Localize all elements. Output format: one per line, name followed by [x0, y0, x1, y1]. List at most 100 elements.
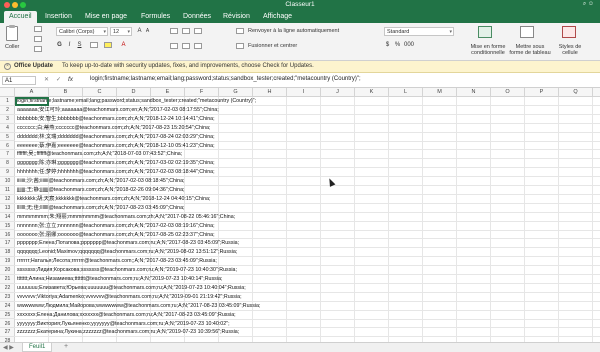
cut-icon[interactable] — [34, 26, 42, 32]
row-header[interactable]: 7 — [0, 150, 15, 160]
cell-a-value[interactable]: vvvvvvv;Viktoriya;Adamenko;vvvvvvv@teach… — [17, 293, 242, 302]
cell-a-value[interactable]: ttttttt;Алина;Низамиева;ttttttt@teachonm… — [17, 275, 222, 284]
column-header-a[interactable]: A — [15, 88, 49, 97]
tab-insertion[interactable]: Insertion — [40, 11, 77, 23]
select-all-corner[interactable] — [0, 88, 15, 97]
cell-a-value[interactable]: kkkkkkk;胡;天宸;kkkkkkk@teachonmars.com;zh;… — [17, 195, 210, 204]
row-header[interactable]: 1 — [0, 97, 15, 106]
cell-a-value[interactable]: aaaaaaa;安江可玲;aaaaaaa@teachonmars.com;en;… — [17, 106, 219, 115]
column-header-k[interactable]: K — [355, 88, 389, 97]
cell-a-value[interactable]: nnnnnnn;张;立立;nnnnnnn@teachonmars.com;zh;… — [17, 222, 215, 231]
format-as-table-button[interactable]: Mettre sous forme de tableau — [508, 44, 552, 56]
align-left-icon[interactable] — [170, 28, 178, 34]
row-header[interactable]: 27 — [0, 328, 15, 338]
row-header[interactable]: 13 — [0, 204, 15, 213]
column-header-h[interactable]: H — [253, 88, 287, 97]
font-size-select[interactable]: 12 ▾ — [110, 27, 132, 36]
merge-center-icon[interactable] — [236, 43, 244, 49]
row-header[interactable]: 3 — [0, 115, 15, 124]
column-header-n[interactable]: N — [457, 88, 491, 97]
row-header[interactable]: 25 — [0, 311, 15, 320]
column-header-g[interactable]: G — [219, 88, 253, 97]
row-header[interactable]: 24 — [0, 302, 15, 311]
cell-a-value[interactable]: login;firstname;lastname;email;lang;pass… — [17, 97, 256, 106]
row-header[interactable]: 11 — [0, 186, 15, 195]
tab-mise-en-page[interactable]: Mise en page — [80, 11, 132, 23]
row-header[interactable]: 18 — [0, 248, 15, 258]
number-format-select[interactable]: Standard ▾ — [384, 27, 454, 36]
cell-a-value[interactable]: jjjjjjj;王;静;jjjjjjj@teachonmars.com;zh;A… — [17, 186, 185, 195]
row-header[interactable]: 10 — [0, 177, 15, 186]
row-header[interactable]: 17 — [0, 239, 15, 249]
search-icon[interactable]: ⌕ ☺ — [583, 1, 594, 8]
row-header[interactable]: 19 — [0, 257, 15, 267]
function-icon[interactable]: fx — [68, 76, 73, 83]
column-header-e[interactable]: E — [151, 88, 185, 97]
row-header[interactable]: 9 — [0, 168, 15, 178]
fill-color-icon[interactable] — [104, 42, 112, 48]
cell-styles-icon[interactable] — [562, 26, 576, 38]
row-header[interactable]: 6 — [0, 142, 15, 151]
cell-a-value[interactable]: ppppppp;Елена;Потапова;ppppppp@teachonma… — [17, 239, 239, 248]
merge-center-button[interactable]: Fusionner et centrer — [248, 43, 297, 49]
row-header[interactable]: 21 — [0, 275, 15, 284]
confirm-icon[interactable]: ✓ — [56, 76, 61, 83]
decrease-font-icon[interactable]: A — [144, 27, 151, 35]
cell-a-value[interactable]: bbbbbbb;安;智生;bbbbbbb@teachonmars.com;zh;… — [17, 115, 215, 124]
cell-a-value[interactable]: iiiiiii;沙;茜;iiiiiii@teachonmars.com;zh;A… — [17, 177, 185, 186]
tab-formules[interactable]: Formules — [136, 11, 175, 23]
thousands-icon[interactable]: 000 — [404, 41, 414, 49]
column-header-b[interactable]: B — [49, 88, 83, 97]
column-header-l[interactable]: L — [389, 88, 423, 97]
format-painter-icon[interactable] — [34, 46, 42, 52]
paste-label[interactable]: Coller — [5, 44, 19, 50]
indent-right-icon[interactable] — [194, 43, 202, 49]
conditional-format-button[interactable]: Mise en forme conditionnelle — [468, 44, 508, 56]
row-header[interactable]: 2 — [0, 106, 15, 115]
tab-accueil[interactable]: Accueil — [4, 11, 37, 23]
cell-a-value[interactable]: yyyyyyy;Виктория;Лукьяненко;yyyyyyy@teac… — [17, 320, 230, 329]
cell-a-value[interactable]: ggggggg;陈;亦琳;ggggggg@teachonmars.com;zh;… — [17, 159, 215, 168]
cancel-icon[interactable]: ✕ — [44, 76, 49, 83]
row-header[interactable]: 26 — [0, 320, 15, 329]
font-name-select[interactable]: Calibri (Corps) ▾ — [56, 27, 108, 36]
conditional-format-icon[interactable] — [478, 26, 492, 38]
column-header-f[interactable]: F — [185, 88, 219, 97]
cell-a-value[interactable]: eeeeeee;蔡;伊嘉;eeeeeee@teachonmars.com;zh;… — [17, 142, 215, 151]
indent-center-icon[interactable] — [182, 43, 190, 49]
active-cell[interactable] — [15, 97, 49, 106]
cell-styles-button[interactable]: Styles de cellule — [556, 44, 584, 56]
increase-font-icon[interactable]: A — [136, 27, 143, 35]
sheet-nav-arrows[interactable]: ◀ ▶ — [3, 344, 14, 351]
bold-button[interactable]: G — [56, 41, 63, 49]
borders-icon[interactable] — [90, 42, 98, 48]
cell-a-value[interactable]: fffffff;吴;;fffffff@teachonmars.com;zh;A;… — [17, 150, 182, 159]
row-header[interactable]: 16 — [0, 231, 15, 240]
cell-a-value[interactable]: wwwwwww;Людмила;Майорова;wwwwwww@teachon… — [17, 302, 260, 311]
tab-revision[interactable]: Révision — [218, 11, 255, 23]
tab-affichage[interactable]: Affichage — [258, 11, 297, 23]
row-header[interactable]: 22 — [0, 284, 15, 293]
cell-a-value[interactable]: lllllll;无;佳;lllllll@teachonmars.com;zh;A… — [17, 204, 185, 213]
indent-left-icon[interactable] — [170, 43, 178, 49]
row-header[interactable]: 15 — [0, 222, 15, 231]
column-header-q[interactable]: Q — [559, 88, 593, 97]
column-header-c[interactable]: C — [83, 88, 117, 97]
cell-a-value[interactable]: qqqqqqq;Leonid;Maximov;qqqqqqq@teachonma… — [17, 248, 237, 257]
column-header-o[interactable]: O — [491, 88, 525, 97]
column-header-i[interactable]: I — [287, 88, 321, 97]
cell-a-value[interactable]: sssssss;Лидия;Корсакова;sssssss@teachonm… — [17, 266, 237, 275]
copy-icon[interactable] — [34, 36, 42, 42]
paste-icon[interactable] — [6, 25, 18, 41]
sheet-tab-active[interactable]: Feuil1 — [22, 343, 53, 352]
cell-area[interactable]: login;firstname;lastname;email;lang;pass… — [15, 97, 600, 342]
column-header-j[interactable]: J — [321, 88, 355, 97]
cell-a-value[interactable]: ddddddd;林;文瑞;ddddddd@teachonmars.com;zh;… — [17, 133, 215, 142]
align-right-icon[interactable] — [194, 28, 202, 34]
percent-icon[interactable]: % — [394, 41, 401, 49]
close-icon[interactable]: × — [4, 63, 11, 70]
column-header-m[interactable]: M — [423, 88, 457, 97]
spreadsheet-grid[interactable]: ABCDEFGHIJKLMNOPQ 1 2 3 4 5 6 7 8 9 10 11 12 13 14 15 1… — [0, 88, 600, 342]
cell-a-value[interactable]: ooooooo;张;丽娜;ooooooo@teachonmars.com;zh;… — [17, 231, 215, 240]
cell-a-value[interactable]: rrrrrrr;Наталья;Лесота;rrrrrrr@teachonma… — [17, 257, 217, 266]
